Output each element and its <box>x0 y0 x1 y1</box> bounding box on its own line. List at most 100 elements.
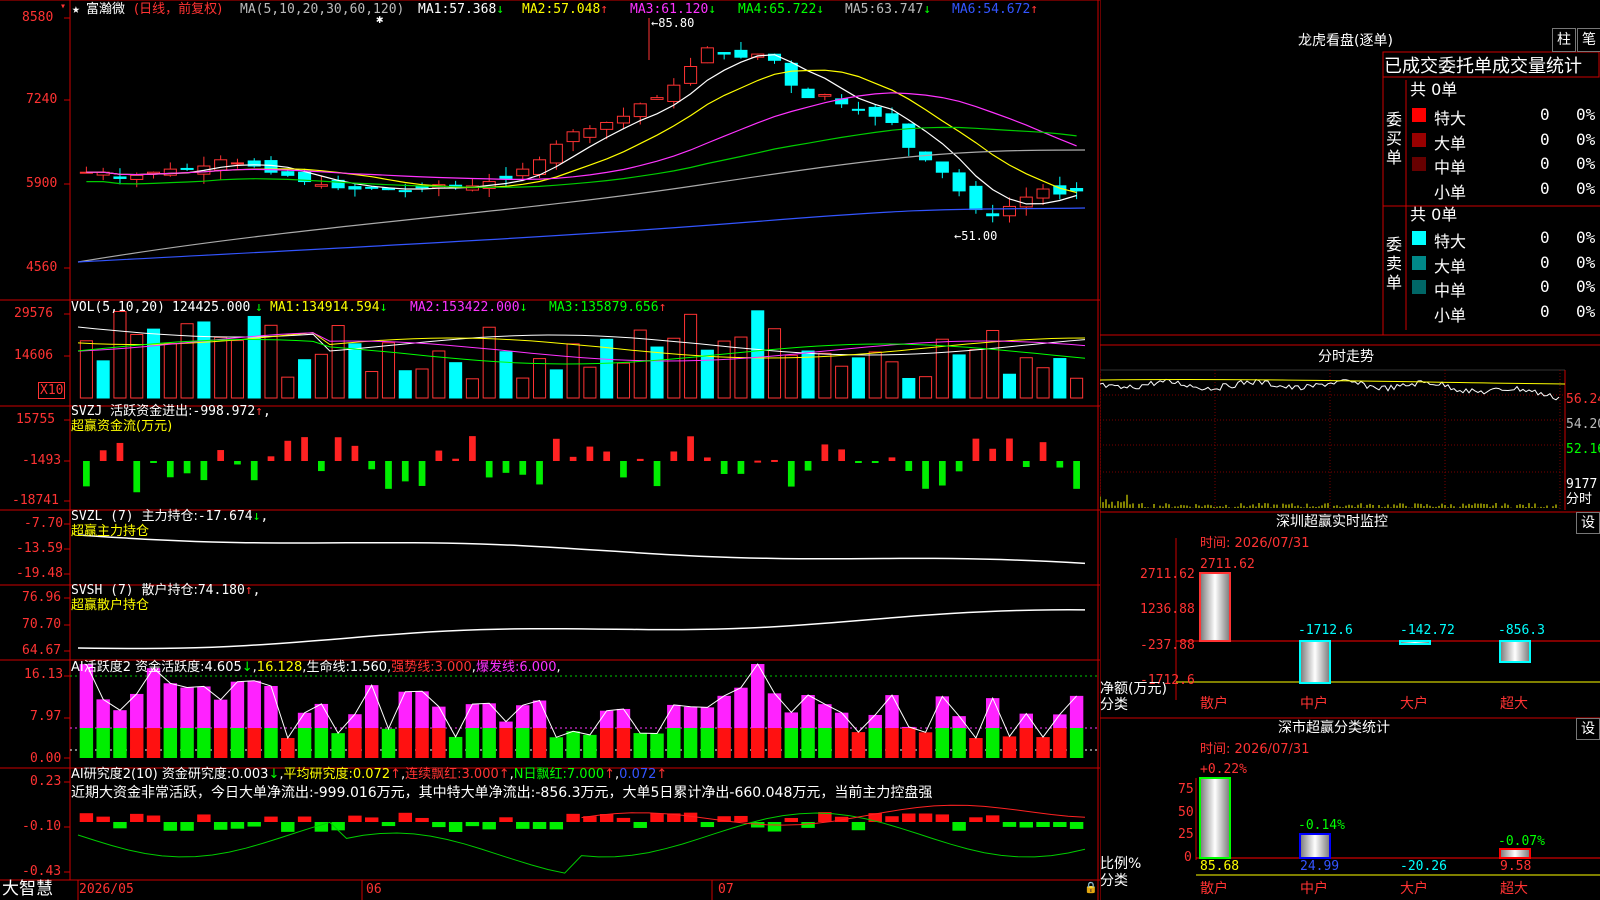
activity-bar <box>985 728 1000 758</box>
svzj-bar <box>1073 461 1080 489</box>
candle-body <box>952 172 966 192</box>
svzj-name: SVZJ 活跃资金进出:-998.972↑, <box>71 404 271 419</box>
order-size-swatch <box>1412 108 1426 122</box>
svzj-bar <box>955 461 963 472</box>
period-label[interactable]: (日线，前复权) <box>134 2 222 17</box>
kline-canvas[interactable] <box>0 0 1100 900</box>
svsh-ytick: 70.70 <box>22 617 62 632</box>
lock-icon[interactable]: 🔒 <box>1084 880 1098 895</box>
order-size-swatch <box>1412 255 1426 270</box>
candle-body <box>986 213 1000 217</box>
monitor-bar <box>1399 640 1431 645</box>
classify-top-value: +0.22% <box>1200 762 1247 777</box>
monitor-bar <box>1299 640 1331 684</box>
volume-bar <box>331 325 345 399</box>
activity-bar <box>784 728 799 758</box>
activity-bar <box>482 728 496 758</box>
ma-line <box>77 207 1086 263</box>
ma-value-1: MA1:57.368↓ <box>418 2 505 17</box>
order-size-pct: 0% <box>1576 252 1596 272</box>
order-size-pct: 0% <box>1576 301 1596 321</box>
activity-bar <box>952 728 966 758</box>
monitor-ytick: 1236.88 <box>1140 602 1195 617</box>
candle-body <box>281 171 295 176</box>
activity-bar-top <box>532 700 547 728</box>
activity-bar <box>364 728 379 758</box>
ai2-ytick: 7.97 <box>30 709 62 724</box>
svzj-bar <box>334 437 342 461</box>
kline-ytick: 4560 <box>26 260 58 275</box>
classify-settings-button[interactable]: 设 <box>1576 718 1600 740</box>
activity-bar-top <box>247 680 261 728</box>
activity-bar <box>583 734 597 758</box>
research-bar <box>767 822 782 832</box>
candle-body <box>868 106 882 117</box>
candle-body <box>549 143 563 164</box>
ma-line <box>86 92 1077 180</box>
fenshi-title[interactable]: 分时走势 <box>1318 350 1374 365</box>
activity-bar <box>834 728 849 758</box>
app-brand[interactable]: 大智慧 <box>2 879 53 899</box>
svzj-bar <box>972 438 980 461</box>
activity-bar <box>918 732 933 758</box>
right-panel-canvas <box>1100 0 1600 900</box>
sell-side-label: 委卖单 <box>1386 235 1403 292</box>
tick-view-button[interactable]: 笔 <box>1577 28 1600 52</box>
candle-body <box>1019 196 1033 208</box>
classify-bar <box>1199 777 1231 859</box>
ai2-ytick: 0.00 <box>30 751 62 766</box>
activity-bar <box>532 728 547 758</box>
volume-bar <box>281 376 295 399</box>
ai-research-ytick: -0.10 <box>22 819 62 834</box>
research-line <box>77 812 1086 874</box>
monitor-cat: 大户 <box>1400 696 1428 712</box>
activity-bar <box>935 728 950 758</box>
svzj-bar <box>267 456 275 461</box>
order-size-value: 0 <box>1540 252 1550 272</box>
order-size-name: 小单 <box>1434 305 1467 325</box>
vol-arrow: ↓ <box>255 300 263 315</box>
candle-body <box>365 186 379 189</box>
activity-bar <box>398 728 412 758</box>
svzj-ytick: -1493 <box>22 453 62 468</box>
monitor-settings-button[interactable]: 设 <box>1576 512 1600 534</box>
column-view-button[interactable]: 柱 <box>1552 28 1576 52</box>
research-bar <box>348 815 362 822</box>
research-bar <box>851 822 866 831</box>
research-bar <box>163 822 178 831</box>
svzj-bar <box>83 461 90 487</box>
svzj-bar <box>452 458 459 461</box>
kline-ytick: 7240 <box>26 92 58 107</box>
svzj-bar <box>401 461 409 482</box>
candle-body <box>734 49 748 58</box>
activity-bar-top <box>834 712 849 728</box>
kline-chart-area[interactable]: ▾ ★ 富瀚微 (日线，前复权) MA(5,10,20,30,60,120) M… <box>0 0 1100 900</box>
svzj-bar <box>183 461 191 474</box>
activity-bar-top <box>415 691 429 728</box>
research-bar <box>566 813 580 822</box>
candle-body <box>163 168 177 176</box>
kline-star[interactable]: ★ <box>72 2 80 17</box>
monitor-bar <box>1199 572 1231 642</box>
candle-body <box>700 47 714 64</box>
ma-value-5: MA5:63.747↓ <box>845 2 932 17</box>
activity-bar <box>1053 728 1067 758</box>
volume-bar <box>1002 373 1017 399</box>
volume-bar <box>1019 357 1033 399</box>
activity-bar-top <box>113 710 127 728</box>
volume-bar <box>1070 377 1084 399</box>
activity-bar-top <box>348 714 362 728</box>
candle-body <box>633 103 647 118</box>
volume-bar <box>163 342 177 399</box>
order-size-value: 0 <box>1540 301 1550 321</box>
activity-bar-top <box>700 707 715 728</box>
activity-bar <box>348 728 362 758</box>
svzj-bar <box>284 440 292 461</box>
research-bar <box>482 822 496 830</box>
classify-bottom-value: -20.26 <box>1400 859 1447 874</box>
candle-body <box>113 176 127 179</box>
activity-bar <box>247 728 261 758</box>
classify-bottom-value: 24.99 <box>1300 859 1340 874</box>
kline-marker: ✱ <box>376 12 384 26</box>
svzj-bar <box>351 445 359 461</box>
